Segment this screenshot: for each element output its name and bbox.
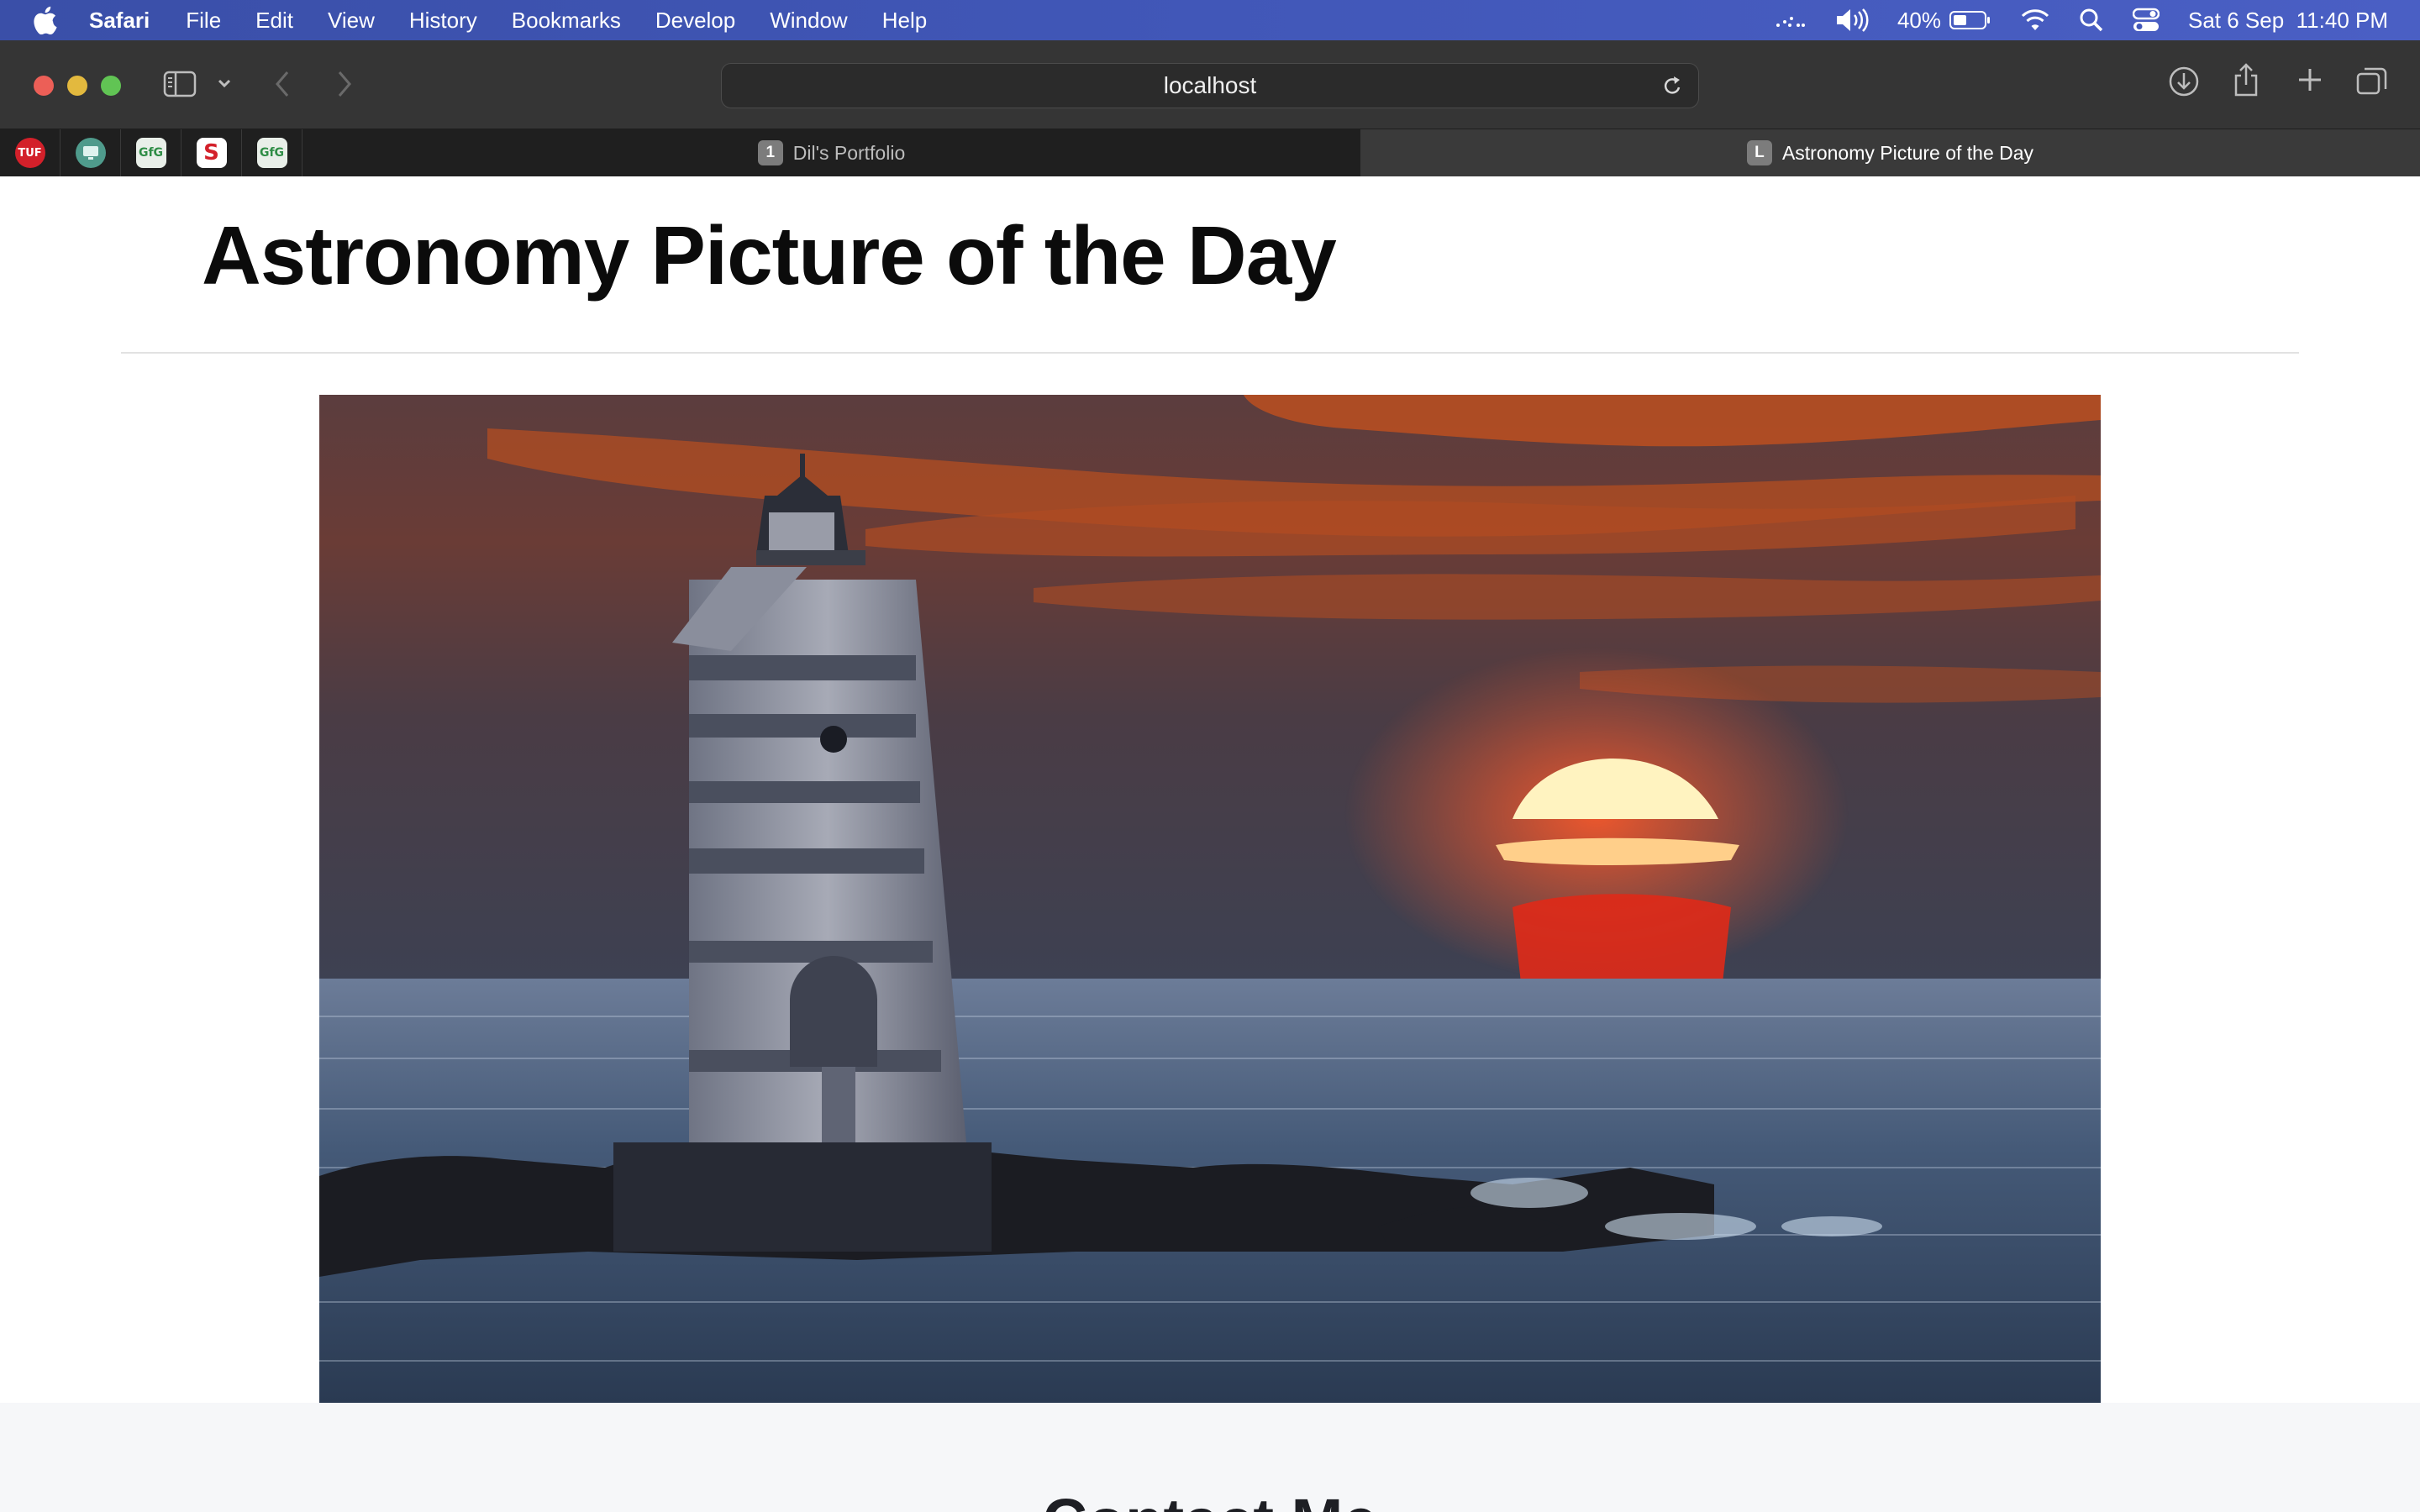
menu-edit[interactable]: Edit bbox=[255, 8, 293, 34]
pinned-tabs: TUF GfG S GfG bbox=[0, 129, 302, 176]
wifi-icon[interactable] bbox=[2020, 8, 2050, 32]
menubar-clock[interactable]: Sat 6 Sep 11:40 PM bbox=[2188, 8, 2388, 34]
contact-heading: Contact Me bbox=[0, 1485, 2420, 1512]
apple-logo-icon[interactable] bbox=[32, 3, 60, 37]
address-bar[interactable]: localhost bbox=[721, 63, 1699, 108]
menu-view[interactable]: View bbox=[328, 8, 375, 34]
geeksforgeeks-icon: GfG bbox=[256, 138, 287, 168]
pinned-tab[interactable]: GfG bbox=[242, 129, 302, 176]
menu-app-name[interactable]: Safari bbox=[89, 8, 150, 34]
pinned-tab[interactable] bbox=[60, 129, 121, 176]
browser-toolbar: localhost bbox=[0, 40, 2420, 129]
zoom-window-button[interactable] bbox=[101, 76, 121, 96]
sidebar-toggle-icon[interactable] bbox=[163, 71, 197, 97]
downloads-icon[interactable] bbox=[2168, 66, 2200, 97]
minimize-window-button[interactable] bbox=[67, 76, 87, 96]
share-icon[interactable] bbox=[2232, 62, 2260, 97]
new-tab-plus-icon[interactable] bbox=[2296, 66, 2324, 94]
web-page: Astronomy Picture of the Day bbox=[0, 176, 2420, 1512]
address-text: localhost bbox=[1163, 72, 1257, 98]
divider bbox=[121, 352, 2299, 354]
pinned-tab[interactable]: S bbox=[182, 129, 242, 176]
pinned-tab[interactable]: GfG bbox=[121, 129, 182, 176]
display-brightness-icon[interactable] bbox=[1773, 10, 1807, 30]
tab-favicon: L bbox=[1746, 140, 1772, 165]
menu-window[interactable]: Window bbox=[770, 8, 847, 34]
menu-develop[interactable]: Develop bbox=[655, 8, 735, 34]
page-title: Astronomy Picture of the Day bbox=[202, 209, 1337, 302]
menu-help[interactable]: Help bbox=[882, 8, 927, 34]
back-icon[interactable] bbox=[272, 69, 294, 99]
volume-icon[interactable] bbox=[1835, 8, 1869, 33]
tab-dils-portfolio[interactable]: 1 Dil's Portfolio bbox=[302, 129, 1361, 176]
tuf-icon: TUF bbox=[14, 138, 45, 168]
pinned-tab[interactable]: TUF bbox=[0, 129, 60, 176]
tab-favicon: 1 bbox=[757, 140, 783, 165]
tab-bar: TUF GfG S GfG 1 Dil's Portfolio L Astron… bbox=[0, 129, 2420, 176]
spotlight-search-icon[interactable] bbox=[2079, 8, 2104, 33]
geeksforgeeks-icon: GfG bbox=[135, 138, 166, 168]
menu-bookmarks[interactable]: Bookmarks bbox=[512, 8, 621, 34]
menubar-status-area: 40% Sat 6 Sep 11:40 PM bbox=[1773, 0, 2388, 40]
tab-overview-icon[interactable] bbox=[2356, 66, 2388, 96]
battery-status[interactable]: 40% bbox=[1897, 8, 1991, 34]
tab-group-chevron-down-icon[interactable] bbox=[217, 77, 232, 89]
menu-file[interactable]: File bbox=[186, 8, 221, 34]
tab-title: Astronomy Picture of the Day bbox=[1781, 141, 2034, 164]
forward-icon[interactable] bbox=[333, 69, 355, 99]
battery-percent: 40% bbox=[1897, 7, 1941, 33]
apod-image bbox=[319, 395, 2101, 1403]
tab-astronomy-picture[interactable]: L Astronomy Picture of the Day bbox=[1361, 129, 2420, 176]
reload-icon[interactable] bbox=[1661, 75, 1683, 104]
macos-menubar: Safari File Edit View History Bookmarks … bbox=[0, 0, 2420, 40]
battery-icon bbox=[1949, 11, 1990, 29]
monitor-icon bbox=[75, 138, 106, 168]
menu-history[interactable]: History bbox=[409, 8, 477, 34]
lighthouse-sunset-photo bbox=[319, 395, 2101, 1403]
close-window-button[interactable] bbox=[34, 76, 54, 96]
control-center-icon[interactable] bbox=[2133, 8, 2160, 33]
tab-title: Dil's Portfolio bbox=[792, 141, 906, 164]
s-logo-icon: S bbox=[196, 138, 227, 168]
